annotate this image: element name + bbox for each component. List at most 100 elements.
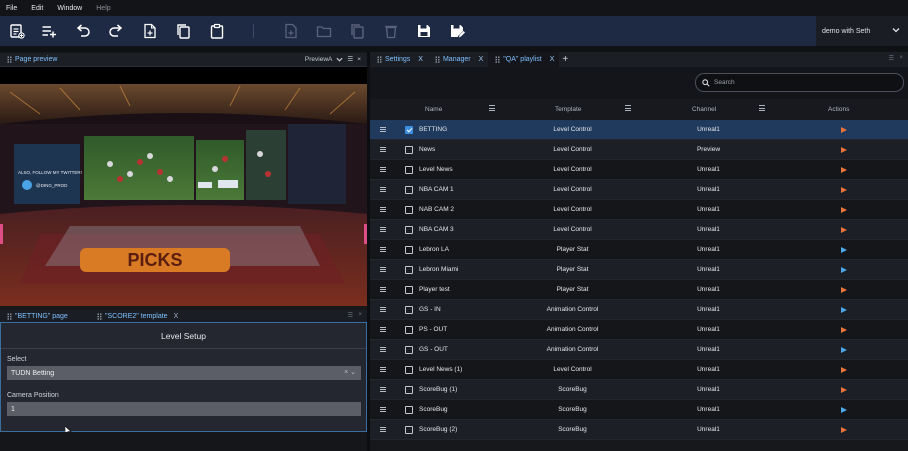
tab-settings[interactable]: Settings X (385, 52, 428, 67)
table-row[interactable]: ScoreBug (1) ScoreBug Unreal1 (370, 380, 908, 400)
table-row[interactable]: NBA CAM 3 Level Control Unreal1 (370, 220, 908, 240)
row-checkbox[interactable] (405, 146, 413, 154)
row-checkbox[interactable] (405, 246, 413, 254)
drag-handle-icon[interactable] (380, 127, 386, 132)
camera-position-input[interactable]: 1 (7, 402, 361, 416)
drag-handle-icon[interactable] (380, 367, 386, 372)
drag-handle-icon[interactable] (380, 167, 386, 172)
close-icon[interactable]: X (418, 56, 423, 63)
panel-menu-icon[interactable]: ☰ (889, 55, 894, 62)
undo-icon[interactable] (73, 21, 93, 41)
panel-close-icon[interactable]: × (357, 56, 361, 63)
column-template[interactable]: Template (555, 106, 581, 113)
table-row[interactable]: ScoreBug ScoreBug Unreal1 (370, 400, 908, 420)
drag-grip-icon[interactable] (7, 56, 12, 63)
row-checkbox[interactable] (405, 306, 413, 314)
column-menu-icon[interactable] (625, 105, 631, 111)
drag-handle-icon[interactable] (380, 287, 386, 292)
redo-icon[interactable] (106, 21, 126, 41)
drag-handle-icon[interactable] (380, 387, 386, 392)
row-checkbox[interactable] (405, 226, 413, 234)
table-row[interactable]: Level News Level Control Unreal1 (370, 160, 908, 180)
close-icon[interactable]: X (479, 56, 484, 63)
play-icon[interactable] (841, 147, 847, 153)
table-row[interactable]: NBA CAM 1 Level Control Unreal1 (370, 180, 908, 200)
drag-grip-icon[interactable] (377, 56, 382, 63)
play-icon[interactable] (841, 187, 847, 193)
panel-menu-icon[interactable]: ☰ (348, 312, 353, 319)
row-checkbox[interactable] (405, 166, 413, 174)
tab-score2-template[interactable]: "SCORE2" template X (105, 310, 184, 322)
play-icon[interactable] (841, 327, 847, 333)
row-checkbox[interactable] (405, 426, 413, 434)
row-checkbox[interactable] (405, 366, 413, 374)
row-checkbox[interactable] (405, 186, 413, 194)
table-row[interactable]: ScoreBug (2) ScoreBug Unreal1 (370, 420, 908, 440)
play-icon[interactable] (841, 347, 847, 353)
add-to-playlist-icon[interactable] (39, 21, 59, 41)
row-checkbox[interactable] (405, 346, 413, 354)
table-row[interactable]: PS - OUT Animation Control Unreal1 (370, 320, 908, 340)
drag-grip-icon[interactable] (495, 56, 501, 63)
panel-close-icon[interactable]: × (899, 55, 903, 61)
drag-handle-icon[interactable] (380, 347, 386, 352)
new-folder-disabled-icon[interactable] (314, 21, 334, 41)
table-row[interactable]: Player test Player Stat Unreal1 (370, 280, 908, 300)
drag-handle-icon[interactable] (380, 267, 386, 272)
delete-disabled-icon[interactable] (381, 21, 401, 41)
table-row[interactable]: GS - OUT Animation Control Unreal1 (370, 340, 908, 360)
chevron-down-icon[interactable] (336, 56, 343, 63)
duplicate-disabled-icon[interactable] (347, 21, 367, 41)
play-icon[interactable] (841, 307, 847, 313)
table-row[interactable]: GS - IN Animation Control Unreal1 (370, 300, 908, 320)
table-row[interactable]: News Level Control Preview (370, 140, 908, 160)
tab-manager[interactable]: Manager X (443, 52, 488, 67)
drag-handle-icon[interactable] (380, 427, 386, 432)
drag-handle-icon[interactable] (380, 147, 386, 152)
table-row[interactable]: BETTING Level Control Unreal1 (370, 120, 908, 140)
close-icon[interactable]: X (174, 313, 179, 320)
user-menu[interactable]: demo with Seth (816, 16, 908, 46)
play-icon[interactable] (841, 247, 847, 253)
play-icon[interactable] (841, 207, 847, 213)
row-checkbox[interactable] (405, 326, 413, 334)
save-icon[interactable] (414, 21, 434, 41)
menu-help[interactable]: Help (96, 5, 110, 12)
play-icon[interactable] (841, 227, 847, 233)
close-icon[interactable]: X (550, 56, 555, 63)
column-channel[interactable]: Channel (692, 106, 716, 113)
clear-chevron-icon[interactable]: × ⌄ (344, 368, 356, 376)
drag-grip-icon[interactable] (97, 312, 102, 320)
drag-handle-icon[interactable] (380, 227, 386, 232)
menu-window[interactable]: Window (57, 5, 82, 12)
drag-handle-icon[interactable] (380, 407, 386, 412)
play-icon[interactable] (841, 127, 847, 133)
new-page-disabled-icon[interactable] (281, 21, 301, 41)
table-row[interactable]: Lebron LA Player Stat Unreal1 (370, 240, 908, 260)
play-icon[interactable] (841, 287, 847, 293)
paste-icon[interactable] (207, 21, 227, 41)
tab-betting-page[interactable]: "BETTING" page (15, 310, 95, 322)
panel-menu-icon[interactable]: ☰ (347, 55, 353, 63)
row-checkbox[interactable] (405, 286, 413, 294)
copy-icon[interactable] (173, 21, 193, 41)
tab-qa-playlist[interactable]: "QA" playlist X (488, 52, 560, 67)
menu-edit[interactable]: Edit (31, 5, 43, 12)
row-checkbox[interactable] (405, 206, 413, 214)
row-checkbox[interactable] (405, 126, 413, 134)
save-as-icon[interactable] (447, 21, 467, 41)
table-row[interactable]: Lebron Miami Player Stat Unreal1 (370, 260, 908, 280)
new-document-icon[interactable] (140, 21, 160, 41)
play-icon[interactable] (841, 267, 847, 273)
add-tab-icon[interactable]: + (562, 54, 568, 65)
drag-handle-icon[interactable] (380, 327, 386, 332)
column-name[interactable]: Name (425, 106, 442, 113)
panel-close-icon[interactable]: × (358, 312, 362, 318)
play-icon[interactable] (841, 407, 847, 413)
drag-handle-icon[interactable] (380, 307, 386, 312)
play-icon[interactable] (841, 367, 847, 373)
column-menu-icon[interactable] (489, 105, 495, 111)
play-icon[interactable] (841, 167, 847, 173)
select-dropdown[interactable]: TUDN Betting × ⌄ (7, 366, 361, 380)
new-item-icon[interactable] (7, 21, 27, 41)
